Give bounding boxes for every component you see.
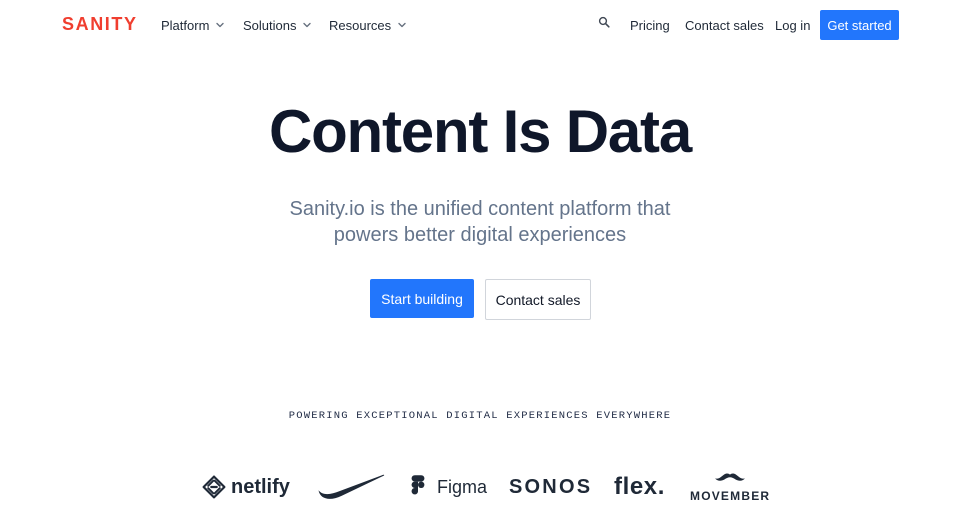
powering-tagline-text: POWERING EXCEPTIONAL DIGITAL EXPERIENCES… bbox=[288, 410, 672, 422]
chevron-down-icon bbox=[397, 20, 407, 30]
search-icon bbox=[597, 15, 611, 34]
top-navigation: SANITY Platform Solutions Resources Pric… bbox=[0, 0, 960, 50]
nike-logo bbox=[317, 467, 385, 507]
sonos-logo: SONOS bbox=[509, 467, 592, 507]
nav-menu-label: Platform bbox=[161, 17, 210, 33]
nav-link-label: Contact sales bbox=[685, 17, 764, 33]
movember-wordmark: MOVEMBER bbox=[690, 489, 771, 503]
hero-title: Content Is Data bbox=[0, 96, 960, 168]
netlify-icon bbox=[202, 475, 226, 499]
movember-mustache-icon bbox=[713, 471, 747, 483]
nav-menu-resources[interactable]: Resources bbox=[329, 14, 407, 36]
nav-link-label: Log in bbox=[775, 17, 811, 33]
nav-link-pricing[interactable]: Pricing bbox=[630, 14, 670, 36]
nav-link-label: Pricing bbox=[630, 17, 670, 33]
flex-wordmark: flex. bbox=[614, 473, 666, 500]
nav-menu-label: Solutions bbox=[243, 17, 297, 33]
customer-logos: netlify Figma SONOS flex. MOVEMBER bbox=[0, 467, 960, 512]
search-button[interactable] bbox=[597, 15, 611, 34]
netlify-logo: netlify bbox=[202, 467, 290, 507]
hero-subtitle-line: Sanity.io is the unified content platfor… bbox=[289, 198, 671, 220]
figma-wordmark: Figma bbox=[437, 477, 488, 497]
sanity-logo[interactable]: SANITY bbox=[62, 14, 138, 34]
hero-contact-sales-button[interactable]: Contact sales bbox=[485, 279, 591, 320]
nike-swoosh-icon bbox=[317, 474, 385, 500]
hero-subtitle: Sanity.io is the unified content platfor… bbox=[0, 196, 960, 248]
nav-link-login[interactable]: Log in bbox=[775, 14, 810, 36]
movember-logo: MOVEMBER bbox=[690, 469, 770, 509]
start-building-label: Start building bbox=[381, 290, 463, 307]
chevron-down-icon bbox=[302, 20, 312, 30]
nav-menu-platform[interactable]: Platform bbox=[161, 14, 225, 36]
chevron-down-icon bbox=[215, 20, 225, 30]
figma-logo: Figma bbox=[409, 467, 487, 507]
figma-icon bbox=[409, 474, 427, 500]
brand-name: SANITY bbox=[62, 14, 138, 34]
nav-menu-solutions[interactable]: Solutions bbox=[243, 14, 312, 36]
hero-subtitle-line: powers better digital experiences bbox=[333, 224, 627, 246]
netlify-wordmark: netlify bbox=[231, 476, 290, 498]
nav-menu-label: Resources bbox=[329, 17, 392, 33]
flex-logo: flex. bbox=[614, 467, 665, 507]
powering-tagline: POWERING EXCEPTIONAL DIGITAL EXPERIENCES… bbox=[0, 410, 960, 422]
sonos-wordmark: SONOS bbox=[509, 476, 593, 498]
nav-link-contact-sales[interactable]: Contact sales bbox=[685, 14, 764, 36]
get-started-button[interactable]: Get started bbox=[820, 10, 899, 40]
hero-title-text: Content Is Data bbox=[268, 98, 692, 165]
start-building-button[interactable]: Start building bbox=[370, 279, 474, 318]
get-started-label: Get started bbox=[827, 17, 892, 33]
hero-contact-sales-label: Contact sales bbox=[495, 291, 581, 308]
